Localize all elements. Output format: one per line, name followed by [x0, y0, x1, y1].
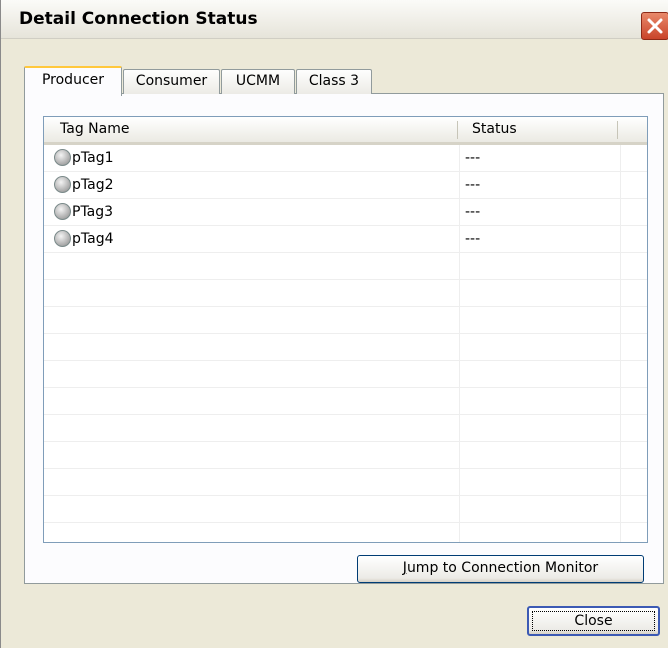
status-cell: --- — [465, 204, 481, 220]
tab-ucmm-label: UCMM — [235, 73, 281, 89]
close-button-label: Close — [532, 611, 655, 631]
connection-status-icon — [54, 176, 71, 193]
status-cell: --- — [465, 177, 481, 193]
close-window-button[interactable] — [641, 12, 668, 40]
tag-name-cell: PTag3 — [72, 204, 114, 220]
tab-ucmm[interactable]: UCMM — [221, 69, 295, 94]
empty-row — [44, 361, 647, 388]
table-row[interactable]: pTag4 --- — [44, 226, 647, 253]
tag-name-cell: pTag4 — [72, 231, 114, 247]
connection-status-icon — [54, 203, 71, 220]
tab-consumer[interactable]: Consumer — [123, 69, 220, 94]
empty-row — [44, 415, 647, 442]
connection-status-icon — [54, 149, 71, 166]
jump-button-label-rest: ump to Connection Monitor — [406, 560, 599, 576]
tab-class-3[interactable]: Class 3 — [296, 69, 372, 94]
column-header-status[interactable]: Status — [458, 117, 618, 142]
table-row[interactable]: pTag1 --- — [44, 145, 647, 172]
jump-button-label: Jump to Connection Monitor — [358, 556, 643, 580]
empty-row — [44, 334, 647, 361]
empty-row — [44, 496, 647, 523]
empty-row — [44, 307, 647, 334]
close-icon — [647, 18, 663, 34]
connection-list[interactable]: Tag Name Status pTag1 --- pTag2 --- PTag… — [43, 116, 648, 543]
tab-producer-label: Producer — [41, 72, 105, 88]
title-bar: Detail Connection Status — [1, 0, 668, 40]
connection-status-icon — [54, 230, 71, 247]
list-header: Tag Name Status — [44, 117, 647, 145]
jump-to-connection-monitor-button[interactable]: Jump to Connection Monitor — [357, 555, 644, 583]
status-cell: --- — [465, 231, 481, 247]
column-header-tag-name[interactable]: Tag Name — [44, 117, 459, 142]
empty-row — [44, 253, 647, 280]
empty-row — [44, 442, 647, 469]
detail-connection-status-dialog: Detail Connection Status Producer Consum… — [0, 0, 668, 648]
tag-name-cell: pTag2 — [72, 177, 114, 193]
table-row[interactable]: pTag2 --- — [44, 172, 647, 199]
tab-producer[interactable]: Producer — [24, 66, 122, 96]
table-row[interactable]: PTag3 --- — [44, 199, 647, 226]
column-divider[interactable] — [617, 121, 618, 139]
tab-class-3-label: Class 3 — [308, 73, 360, 89]
status-cell: --- — [465, 150, 481, 166]
window-title: Detail Connection Status — [19, 9, 258, 29]
empty-row — [44, 280, 647, 307]
close-button[interactable]: Close — [527, 606, 660, 636]
tab-consumer-label: Consumer — [135, 73, 208, 89]
tag-name-cell: pTag1 — [72, 150, 114, 166]
empty-row — [44, 469, 647, 496]
empty-row — [44, 388, 647, 415]
